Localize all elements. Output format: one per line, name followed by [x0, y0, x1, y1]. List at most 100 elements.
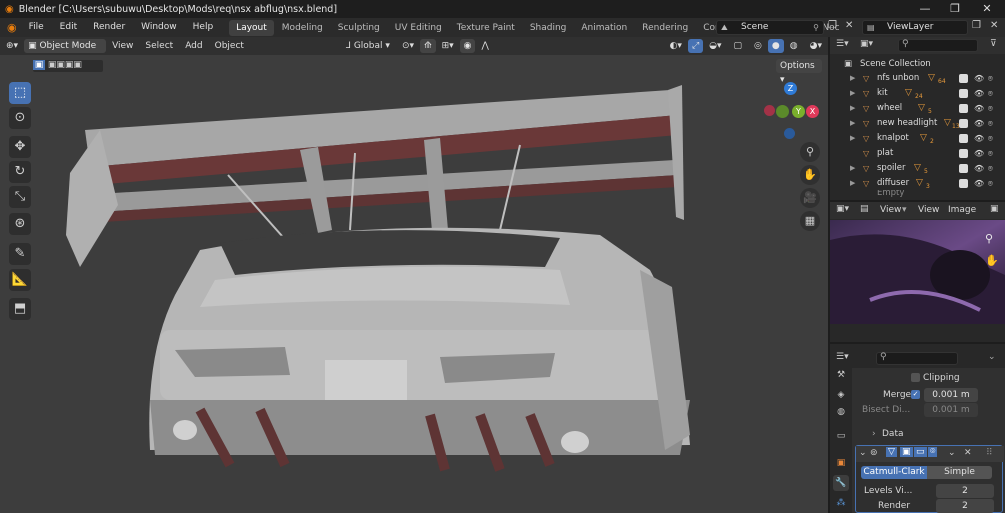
- orthographic-grid-icon[interactable]: ▦: [800, 211, 820, 231]
- view-mode-icon[interactable]: ▤: [860, 204, 869, 214]
- close-window-button[interactable]: ✕: [972, 0, 1002, 18]
- navigation-gizmo[interactable]: Z X Y: [762, 80, 820, 140]
- move-tool[interactable]: ✥: [9, 136, 31, 158]
- snap-target-icon[interactable]: ⊞▾: [436, 38, 460, 54]
- edit-mode-toggle-icon[interactable]: ▽: [886, 447, 897, 457]
- neg-y-axis-handle[interactable]: [776, 105, 789, 118]
- view-layer-selector[interactable]: ▤ ViewLayer: [862, 20, 968, 35]
- editor-type-icon[interactable]: ⊕▾: [0, 38, 24, 54]
- xray-toggle-icon[interactable]: ▢: [728, 38, 749, 54]
- expand-arrow-icon[interactable]: ▶: [850, 116, 855, 131]
- menu-file[interactable]: File: [21, 18, 52, 37]
- transform-tool[interactable]: ⊛: [9, 213, 31, 235]
- gizmo-toggle-icon[interactable]: ⤢: [687, 39, 704, 53]
- render-levels-field[interactable]: 2: [936, 499, 994, 513]
- outliner-item[interactable]: ▶ ▽ diffuser ▽ 3 👁 ⌾: [830, 176, 1005, 191]
- z-axis-handle[interactable]: Z: [784, 82, 797, 95]
- minimize-button[interactable]: —: [910, 0, 940, 18]
- transform-orientation-selector[interactable]: ⅃ Global ▾: [340, 38, 396, 54]
- menu-object[interactable]: Object: [209, 38, 250, 54]
- pivot-point-icon[interactable]: ⊙▾: [396, 38, 420, 54]
- render-toggle-icon[interactable]: ⌾: [928, 447, 938, 457]
- outliner-item[interactable]: ▶ ▽ spoiler ▽ 5 👁 ⌾: [830, 161, 1005, 176]
- new-scene-icon[interactable]: ❐: [828, 20, 837, 31]
- select-box-tool[interactable]: ⬚: [9, 82, 31, 104]
- blender-menu-icon[interactable]: ◉: [7, 21, 17, 34]
- collection-properties-tab-icon[interactable]: ▭: [833, 428, 849, 444]
- extend-selection-icon[interactable]: ▣▣▣▣: [48, 60, 82, 70]
- bisect-distance-field[interactable]: 0.001 m: [924, 403, 978, 417]
- x-axis-handle[interactable]: X: [806, 105, 819, 118]
- proportional-edit-icon[interactable]: ◉: [459, 39, 476, 53]
- collapse-arrow-icon[interactable]: ⌄: [859, 448, 867, 458]
- clipping-checkbox[interactable]: [911, 373, 920, 382]
- modifier-properties-tab-icon[interactable]: 🔧: [833, 475, 849, 491]
- menu-window[interactable]: Window: [133, 18, 185, 37]
- workspace-tab-layout[interactable]: Layout: [229, 19, 274, 36]
- camera-icon[interactable]: ⌾: [988, 161, 993, 176]
- remove-modifier-icon[interactable]: ✕: [964, 448, 972, 458]
- overlay-toggle-icon[interactable]: ◒▾: [703, 38, 727, 54]
- eye-icon[interactable]: 👁: [974, 161, 984, 176]
- exclude-checkbox[interactable]: [959, 179, 968, 188]
- new-selection-icon[interactable]: ▣: [33, 60, 45, 70]
- image-menu-view[interactable]: View: [880, 205, 901, 215]
- outliner-item[interactable]: ▶ ▽ wheel ▽ 5 👁 ⌾: [830, 101, 1005, 116]
- properties-editor-icon[interactable]: ☰▾: [836, 352, 849, 362]
- world-properties-tab-icon[interactable]: ◍: [833, 404, 849, 420]
- exclude-checkbox[interactable]: [959, 134, 968, 143]
- expand-arrow-icon[interactable]: ▶: [850, 131, 855, 146]
- workspace-tab-sculpting[interactable]: Sculpting: [331, 20, 387, 36]
- camera-icon[interactable]: ⌾: [988, 176, 993, 191]
- merge-checkbox[interactable]: ✓: [911, 390, 920, 399]
- outliner-editor-icon[interactable]: ☰▾: [836, 39, 849, 49]
- viewport-toggle-icon[interactable]: ▭: [914, 447, 927, 457]
- eye-icon[interactable]: 👁: [974, 146, 984, 161]
- exclude-checkbox[interactable]: [959, 119, 968, 128]
- material-shading-icon[interactable]: ◍: [784, 38, 804, 54]
- filter-icon[interactable]: ⊽: [990, 39, 997, 49]
- camera-icon[interactable]: ⌾: [988, 86, 993, 101]
- menu-edit[interactable]: Edit: [52, 18, 85, 37]
- object-properties-tab-icon[interactable]: ▣: [833, 455, 849, 471]
- workspace-tab-shading[interactable]: Shading: [523, 20, 574, 36]
- delete-view-layer-icon[interactable]: ✕: [990, 20, 998, 31]
- chevron-down-icon[interactable]: ⌄: [948, 448, 956, 458]
- new-view-layer-icon[interactable]: ❐: [972, 20, 981, 31]
- menu-add[interactable]: Add: [179, 38, 208, 54]
- measure-tool[interactable]: 📐: [9, 269, 31, 291]
- eye-icon[interactable]: 👁: [974, 86, 984, 101]
- workspace-tab-texture-paint[interactable]: Texture Paint: [450, 20, 522, 36]
- workspace-tab-animation[interactable]: Animation: [574, 20, 634, 36]
- levels-viewport-field[interactable]: 2: [936, 484, 994, 498]
- y-axis-handle[interactable]: Y: [792, 105, 805, 118]
- expand-arrow-icon[interactable]: ▶: [850, 176, 855, 191]
- options-dropdown[interactable]: Options ▾: [776, 59, 822, 85]
- eye-icon[interactable]: 👁: [974, 116, 984, 131]
- exclude-checkbox[interactable]: [959, 164, 968, 173]
- data-panel-label[interactable]: Data: [882, 429, 904, 439]
- neg-x-axis-handle[interactable]: [764, 105, 775, 116]
- menu-help[interactable]: Help: [185, 18, 222, 37]
- annotate-tool[interactable]: ✎: [9, 243, 31, 265]
- merge-distance-field[interactable]: 0.001 m: [924, 388, 978, 402]
- pin-icon[interactable]: ⚲: [813, 21, 819, 34]
- image-menu-image[interactable]: Image: [948, 205, 976, 215]
- data-panel-toggle[interactable]: ›: [872, 429, 876, 439]
- display-mode-icon[interactable]: ▣▾: [860, 39, 873, 49]
- expand-arrow-icon[interactable]: ▶: [850, 161, 855, 176]
- pan-hand-icon[interactable]: ✋: [800, 165, 820, 185]
- camera-icon[interactable]: ⌾: [988, 101, 993, 116]
- solid-shading-icon[interactable]: ●: [767, 39, 784, 53]
- neg-z-axis-handle[interactable]: [784, 128, 795, 139]
- expand-arrow-icon[interactable]: ▶: [850, 101, 855, 116]
- menu-render[interactable]: Render: [85, 18, 133, 37]
- exclude-checkbox[interactable]: [959, 89, 968, 98]
- expand-arrow-icon[interactable]: ▶: [850, 86, 855, 101]
- falloff-icon[interactable]: ⋀: [475, 38, 494, 54]
- outliner-item[interactable]: ▶ ▽ new headlight ▽ 13 👁 ⌾: [830, 116, 1005, 131]
- camera-icon[interactable]: ⌾: [988, 146, 993, 161]
- visibility-icon[interactable]: ◐▾: [664, 38, 688, 54]
- simple-button[interactable]: Simple: [927, 466, 992, 479]
- eye-icon[interactable]: 👁: [974, 101, 984, 116]
